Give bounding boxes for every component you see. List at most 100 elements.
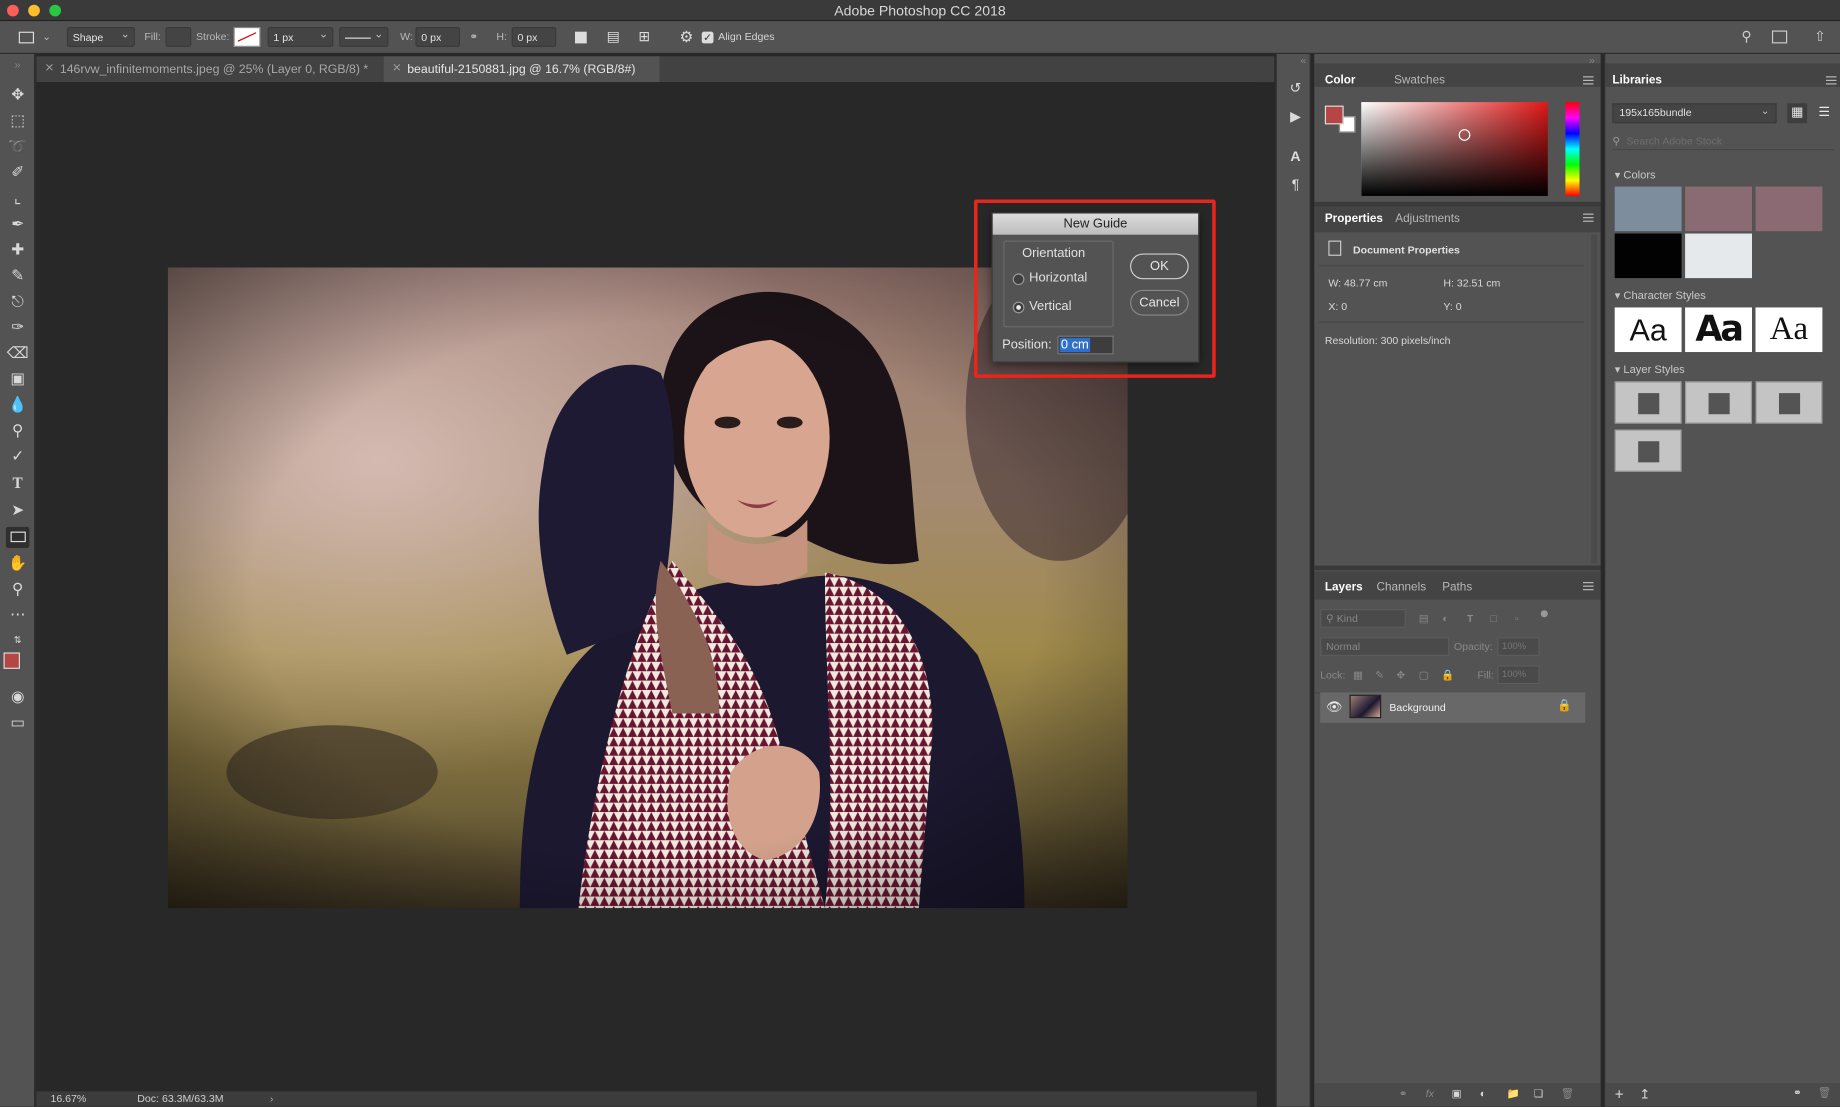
path-arrangement-icon[interactable]: ⊞ [638, 27, 650, 47]
new-group-icon[interactable]: 📁 [1507, 1088, 1520, 1101]
layer-effects-icon[interactable]: fx [1426, 1088, 1434, 1100]
tab-paths[interactable]: Paths [1442, 581, 1472, 594]
zoom-window-button[interactable] [49, 4, 62, 17]
filter-adjustment-icon[interactable]: ◐ [1442, 613, 1448, 625]
tab-color[interactable]: Color [1325, 74, 1356, 87]
color-spectrum-field[interactable] [1361, 102, 1548, 196]
lock-all-icon[interactable]: 🔒 [1441, 669, 1454, 682]
horizontal-radio[interactable] [1012, 273, 1025, 286]
clone-stamp-tool-icon[interactable]: ⎋ [6, 291, 29, 312]
height-field[interactable]: 0 px [511, 26, 557, 47]
new-layer-icon[interactable]: ❏ [1534, 1088, 1543, 1101]
layer-style-2[interactable] [1685, 381, 1752, 424]
vertical-label[interactable]: Vertical [1029, 299, 1071, 313]
foreground-color-swatch[interactable] [3, 652, 20, 669]
tab-beautiful[interactable]: ✕ beautiful-2150881.jpg @ 16.7% (RGB/8#) [383, 56, 660, 83]
edit-toolbar-icon[interactable]: ⋯ [6, 604, 29, 625]
rectangle-tool-icon[interactable] [5, 526, 30, 549]
filter-shape-icon[interactable]: □ [1490, 613, 1496, 625]
character-panel-icon[interactable]: A [1287, 148, 1303, 167]
visibility-eye-icon[interactable]: 👁 [1326, 699, 1342, 715]
fill-field[interactable]: 100% [1497, 665, 1540, 685]
zoom-level[interactable]: 16.67% [50, 1091, 86, 1106]
quick-selection-tool-icon[interactable]: ✐ [6, 162, 29, 183]
lock-position-icon[interactable]: ✥ [1396, 669, 1405, 682]
minimize-window-button[interactable] [28, 4, 40, 17]
library-color-swatch[interactable] [1685, 186, 1752, 232]
collapse-dock-icon[interactable]: « [1300, 54, 1306, 66]
properties-scrollbar[interactable] [1591, 234, 1598, 564]
vertical-radio[interactable] [1012, 301, 1025, 314]
sync-icon[interactable]: ⚭ [1793, 1087, 1802, 1100]
library-color-swatch[interactable] [1614, 233, 1682, 279]
character-style-2[interactable]: Aa [1685, 307, 1752, 353]
crop-tool-icon[interactable]: ⌞ [6, 188, 29, 209]
position-input[interactable]: 0 cm [1057, 335, 1114, 355]
properties-panel-menu-icon[interactable] [1583, 213, 1594, 222]
brush-tool-icon[interactable]: ✎ [6, 265, 29, 286]
lock-transparent-icon[interactable]: ▦ [1353, 669, 1363, 682]
opacity-field[interactable]: 100% [1497, 637, 1540, 656]
new-adjustment-layer-icon[interactable]: ◐ [1480, 1088, 1486, 1100]
cancel-button[interactable]: Cancel [1130, 289, 1189, 316]
hue-slider[interactable] [1565, 102, 1580, 196]
marquee-tool-icon[interactable]: ⬚ [6, 110, 29, 131]
tab-infinitemoments[interactable]: ✕ 146rvw_infinitemoments.jpeg @ 25% (Lay… [36, 56, 383, 82]
blur-tool-icon[interactable]: 💧 [6, 394, 29, 415]
delete-icon[interactable]: 🗑 [1818, 1087, 1831, 1100]
healing-brush-tool-icon[interactable]: ✚ [6, 239, 29, 260]
paragraph-panel-icon[interactable]: ¶ [1287, 176, 1303, 195]
workspace-icon[interactable] [1771, 30, 1788, 44]
dodge-tool-icon[interactable]: ⚲ [6, 420, 29, 441]
character-style-3[interactable]: Aa [1755, 307, 1823, 353]
path-alignment-icon[interactable]: ▤ [607, 27, 620, 47]
color-panel-menu-icon[interactable] [1583, 76, 1594, 85]
list-view-icon[interactable]: ☰ [1814, 103, 1834, 123]
filter-type-icon[interactable]: T [1467, 613, 1473, 625]
character-style-1[interactable]: Aa [1614, 307, 1682, 353]
layer-filter-kind[interactable]: ⚲ Kind [1320, 609, 1406, 628]
align-edges-checkbox[interactable]: ✓ [701, 31, 714, 44]
close-window-button[interactable] [7, 4, 19, 17]
zoom-tool-icon[interactable]: ⚲ [6, 579, 29, 600]
fill-swatch[interactable] [165, 26, 192, 47]
path-operations-icon[interactable] [575, 31, 587, 44]
color-picker-cursor[interactable] [1458, 129, 1471, 141]
pen-tool-icon[interactable]: ✓ [6, 446, 29, 467]
lock-pixels-icon[interactable]: ✎ [1375, 669, 1384, 682]
colors-section-title[interactable]: ▾ Colors [1615, 169, 1656, 182]
tab-adjustments[interactable]: Adjustments [1395, 212, 1460, 225]
stroke-swatch[interactable] [233, 26, 261, 47]
layer-style-3[interactable] [1755, 381, 1823, 424]
libraries-panel-menu-icon[interactable] [1825, 76, 1837, 85]
tab-layers[interactable]: Layers [1325, 581, 1363, 594]
horizontal-label[interactable]: Horizontal [1029, 271, 1087, 285]
collapse-toolbar-icon[interactable]: » [6, 54, 29, 75]
move-tool-icon[interactable]: ✥ [6, 84, 29, 105]
search-icon[interactable]: ⚲ [1741, 27, 1751, 47]
layer-styles-section-title[interactable]: ▾ Layer Styles [1615, 364, 1685, 377]
link-icon[interactable]: ⚭ [469, 27, 478, 47]
delete-layer-icon[interactable]: 🗑 [1561, 1088, 1574, 1101]
actions-panel-icon[interactable]: ▶ [1287, 108, 1303, 127]
ok-button[interactable]: OK [1130, 253, 1189, 280]
close-tab-icon[interactable]: ✕ [392, 56, 402, 82]
shape-mode-select[interactable]: Shape [66, 25, 135, 47]
tab-channels[interactable]: Channels [1376, 581, 1426, 594]
lock-artboard-icon[interactable]: ▢ [1419, 669, 1429, 682]
eraser-tool-icon[interactable]: ⌫ [6, 343, 29, 364]
tab-swatches[interactable]: Swatches [1394, 74, 1445, 87]
path-selection-tool-icon[interactable]: ➤ [6, 500, 29, 521]
layer-row-background[interactable]: 👁 Background 🔒 [1320, 692, 1586, 723]
history-brush-tool-icon[interactable]: ✑ [6, 317, 29, 338]
filter-pixel-icon[interactable]: ▤ [1419, 613, 1429, 626]
collapse-panels-icon[interactable]: » [1589, 54, 1595, 66]
tool-preset-picker[interactable]: ⌄ [12, 27, 54, 47]
layer-style-4[interactable] [1614, 429, 1682, 472]
width-field[interactable]: 0 px [415, 26, 461, 47]
foreground-color-chip[interactable] [1324, 105, 1344, 125]
swap-colors-icon[interactable]: ⇅ [6, 630, 29, 651]
gradient-tool-icon[interactable]: ▣ [6, 368, 29, 389]
library-select[interactable]: 195x165bundle ⌄ [1612, 103, 1777, 124]
stock-search-input[interactable]: ⚲ Search Adobe Stock [1612, 131, 1835, 151]
